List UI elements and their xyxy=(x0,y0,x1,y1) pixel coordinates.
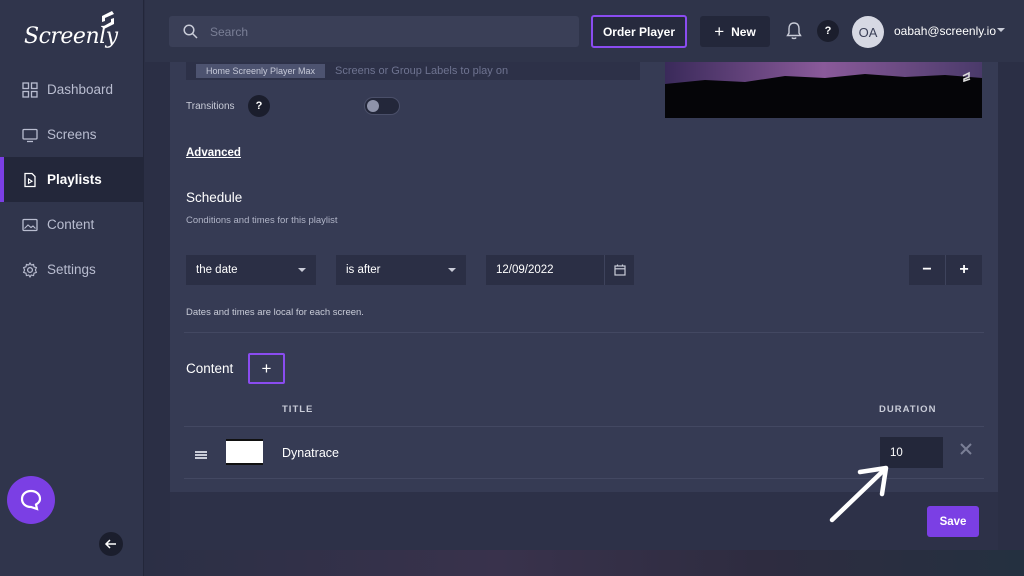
column-header-duration: DURATION xyxy=(879,404,937,415)
screen-labels-input[interactable]: Home Screenly Player Max Screens or Grou… xyxy=(186,62,640,80)
screenly-logo[interactable]: Screenly xyxy=(24,10,124,54)
gear-icon xyxy=(22,261,38,278)
chevron-down-icon xyxy=(298,268,306,272)
screenly-mark-icon xyxy=(102,11,114,29)
bell-icon[interactable] xyxy=(785,21,803,41)
condition-field-select[interactable]: the date xyxy=(186,255,316,285)
advanced-link[interactable]: Advanced xyxy=(186,147,241,159)
date-value: 12/09/2022 xyxy=(496,264,554,276)
playlist-editor-panel: Home Screenly Player Max Screens or Grou… xyxy=(170,62,998,492)
top-bar: Order Player + New ? OA oabah@screenly.i… xyxy=(145,0,1024,62)
image-icon xyxy=(22,218,38,231)
background-strip xyxy=(145,550,1024,576)
search-input[interactable] xyxy=(210,24,550,39)
order-player-label: Order Player xyxy=(602,24,676,39)
schedule-subtitle: Conditions and times for this playlist xyxy=(186,215,338,226)
new-button[interactable]: + New xyxy=(700,16,770,47)
sidebar-item-label: Playlists xyxy=(47,172,102,187)
chat-support-button[interactable] xyxy=(7,476,55,524)
close-icon[interactable] xyxy=(960,443,972,455)
user-email[interactable]: oabah@screenly.io xyxy=(894,24,996,38)
playlist-icon xyxy=(24,172,36,187)
order-player-button[interactable]: Order Player xyxy=(591,15,687,48)
calendar-icon xyxy=(613,264,626,276)
add-condition-button[interactable]: + xyxy=(946,255,982,285)
schedule-title: Schedule xyxy=(186,190,243,205)
add-content-button[interactable]: + xyxy=(248,353,285,384)
monitor-icon xyxy=(22,128,38,142)
chevron-down-icon[interactable] xyxy=(997,28,1005,32)
content-title: Content xyxy=(186,361,234,376)
arrow-left-icon xyxy=(104,539,116,549)
grid-icon xyxy=(22,81,38,98)
label-tag[interactable]: Home Screenly Player Max xyxy=(196,64,326,78)
content-title-cell: Dynatrace xyxy=(282,446,339,460)
chat-icon xyxy=(20,489,42,511)
calendar-button[interactable] xyxy=(604,255,634,285)
sidebar-item-settings[interactable]: Settings xyxy=(0,247,144,292)
drag-handle-icon[interactable] xyxy=(195,451,207,459)
preview-image xyxy=(665,62,982,118)
search-icon xyxy=(183,24,198,39)
sidebar-item-label: Content xyxy=(47,217,95,232)
collapse-sidebar-button[interactable] xyxy=(99,532,123,556)
toggle-knob xyxy=(367,100,379,112)
sidebar-item-label: Screens xyxy=(47,127,97,142)
sidebar-item-content[interactable]: Content xyxy=(0,202,144,247)
plus-icon: + xyxy=(714,21,725,41)
condition-stepper: − + xyxy=(909,255,982,285)
save-button[interactable]: Save xyxy=(927,506,979,537)
operator-select[interactable]: is after xyxy=(336,255,466,285)
sidebar-item-dashboard[interactable]: Dashboard xyxy=(0,67,144,112)
chevron-down-icon xyxy=(448,268,456,272)
sidebar-item-screens[interactable]: Screens xyxy=(0,112,144,157)
divider xyxy=(184,332,984,333)
column-header-title: TITLE xyxy=(282,404,314,415)
condition-field-value: the date xyxy=(196,264,238,276)
sidebar-item-label: Settings xyxy=(47,262,96,277)
avatar[interactable]: OA xyxy=(852,16,884,48)
sidebar-item-playlists[interactable]: Playlists xyxy=(0,157,144,202)
remove-condition-button[interactable]: − xyxy=(909,255,945,285)
sidebar: Screenly Dashboard Screens Playlists Con… xyxy=(0,0,144,576)
labels-placeholder: Screens or Group Labels to play on xyxy=(335,65,509,77)
new-label: New xyxy=(731,24,756,39)
playlist-preview xyxy=(665,62,982,118)
search-box[interactable] xyxy=(169,16,579,47)
timezone-note: Dates and times are local for each scree… xyxy=(186,307,364,318)
sidebar-item-label: Dashboard xyxy=(47,82,114,97)
help-button[interactable]: ? xyxy=(817,20,839,42)
transitions-toggle[interactable] xyxy=(364,97,400,115)
transitions-label: Transitions xyxy=(186,101,235,112)
operator-value: is after xyxy=(346,264,381,276)
annotation-arrow-icon xyxy=(829,465,889,523)
date-input[interactable]: 12/09/2022 xyxy=(486,255,634,285)
transitions-help-icon[interactable]: ? xyxy=(248,95,270,117)
content-thumbnail xyxy=(226,439,263,465)
